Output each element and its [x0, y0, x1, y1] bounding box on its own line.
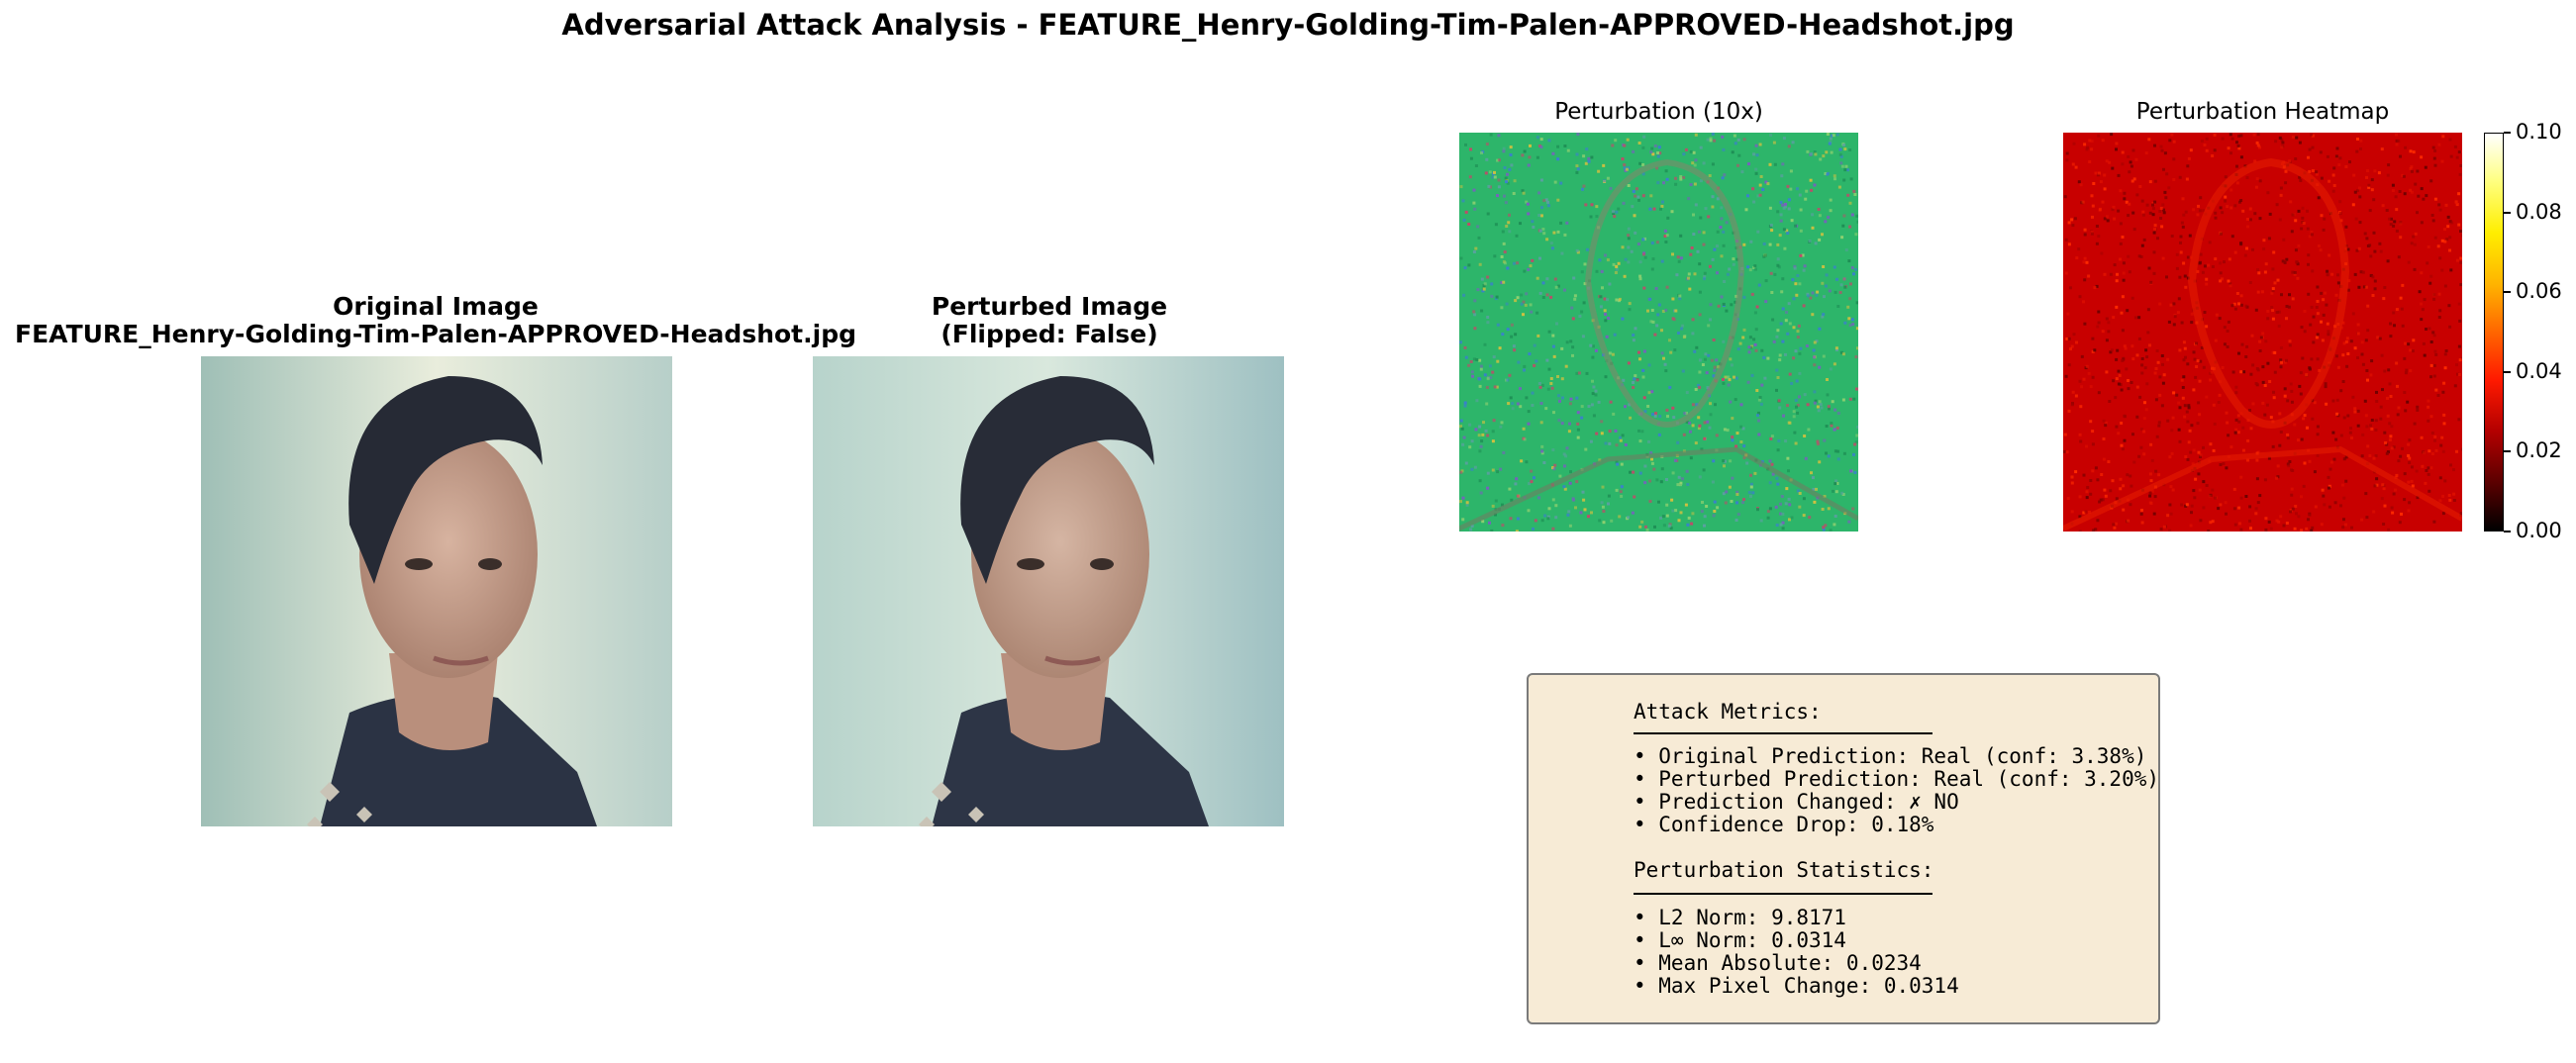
colorbar-tick-label: 0.04: [2516, 358, 2562, 383]
attack-metrics-line: • Prediction Changed: ✗ NO: [1634, 790, 1959, 814]
perturbed-image-title: Perturbed Image (Flipped: False): [752, 293, 1346, 348]
colorbar-ticks: 0.00 0.02 0.04 0.06 0.08 0.10: [2504, 120, 2573, 542]
perturbed-image: [813, 356, 1284, 826]
figure-title: Adversarial Attack Analysis - FEATURE_He…: [561, 8, 2015, 42]
colorbar-tick-mark: [2504, 370, 2511, 373]
original-image-title: Original Image FEATURE_Henry-Golding-Tim…: [0, 293, 871, 348]
perturbation-stats-rule: [1634, 893, 1932, 895]
heatmap-colorbar: [2484, 133, 2504, 532]
colorbar-tick-mark: [2504, 531, 2511, 532]
original-portrait: [201, 356, 672, 826]
original-image-title-line1: Original Image: [333, 292, 539, 321]
colorbar-tick-label: 0.10: [2516, 120, 2562, 144]
attack-metrics-heading: Attack Metrics:: [1634, 700, 1822, 724]
colorbar-tick-label: 0.00: [2516, 519, 2562, 542]
colorbar-tick-mark: [2504, 211, 2511, 214]
perturbation-stats-line: • L2 Norm: 9.8171: [1634, 906, 1846, 929]
colorbar-tick-mark: [2504, 291, 2511, 294]
colorbar-tick-mark: [2504, 132, 2511, 134]
heatmap-title: Perturbation Heatmap: [2135, 99, 2390, 125]
colorbar-tick-label: 0.06: [2516, 279, 2562, 304]
perturbation-stats-line: • Mean Absolute: 0.0234: [1634, 951, 1922, 975]
attack-metrics-line: • Perturbed Prediction: Real (conf: 3.20…: [1634, 767, 2160, 791]
heatmap-image: [2063, 133, 2462, 532]
original-image: [201, 356, 672, 826]
perturbed-image-title-line1: Perturbed Image: [931, 292, 1168, 321]
perturbed-portrait: [813, 356, 1284, 826]
perturbation-image: [1459, 133, 1858, 532]
perturbation-stats-line: • Max Pixel Change: 0.0314: [1634, 974, 1959, 998]
attack-metrics-line: • Confidence Drop: 0.18%: [1634, 813, 1934, 836]
attack-metrics-line: • Original Prediction: Real (conf: 3.38%…: [1634, 744, 2147, 768]
colorbar-tick-label: 0.08: [2516, 199, 2562, 224]
colorbar-tick-mark: [2504, 450, 2511, 453]
perturbation-stats-heading: Perturbation Statistics:: [1634, 858, 1934, 882]
perturbed-image-title-line2: (Flipped: False): [941, 320, 1158, 348]
colorbar-tick-label: 0.02: [2516, 438, 2562, 463]
perturbation-stats-line: • L∞ Norm: 0.0314: [1634, 928, 1846, 952]
original-image-title-line2: FEATURE_Henry-Golding-Tim-Palen-APPROVED…: [15, 320, 856, 348]
attack-metrics-rule: [1634, 732, 1932, 734]
perturbation-title: Perturbation (10x): [1554, 99, 1763, 125]
perturbation-noise: [1459, 133, 1858, 532]
heatmap-cells: [2063, 133, 2462, 532]
